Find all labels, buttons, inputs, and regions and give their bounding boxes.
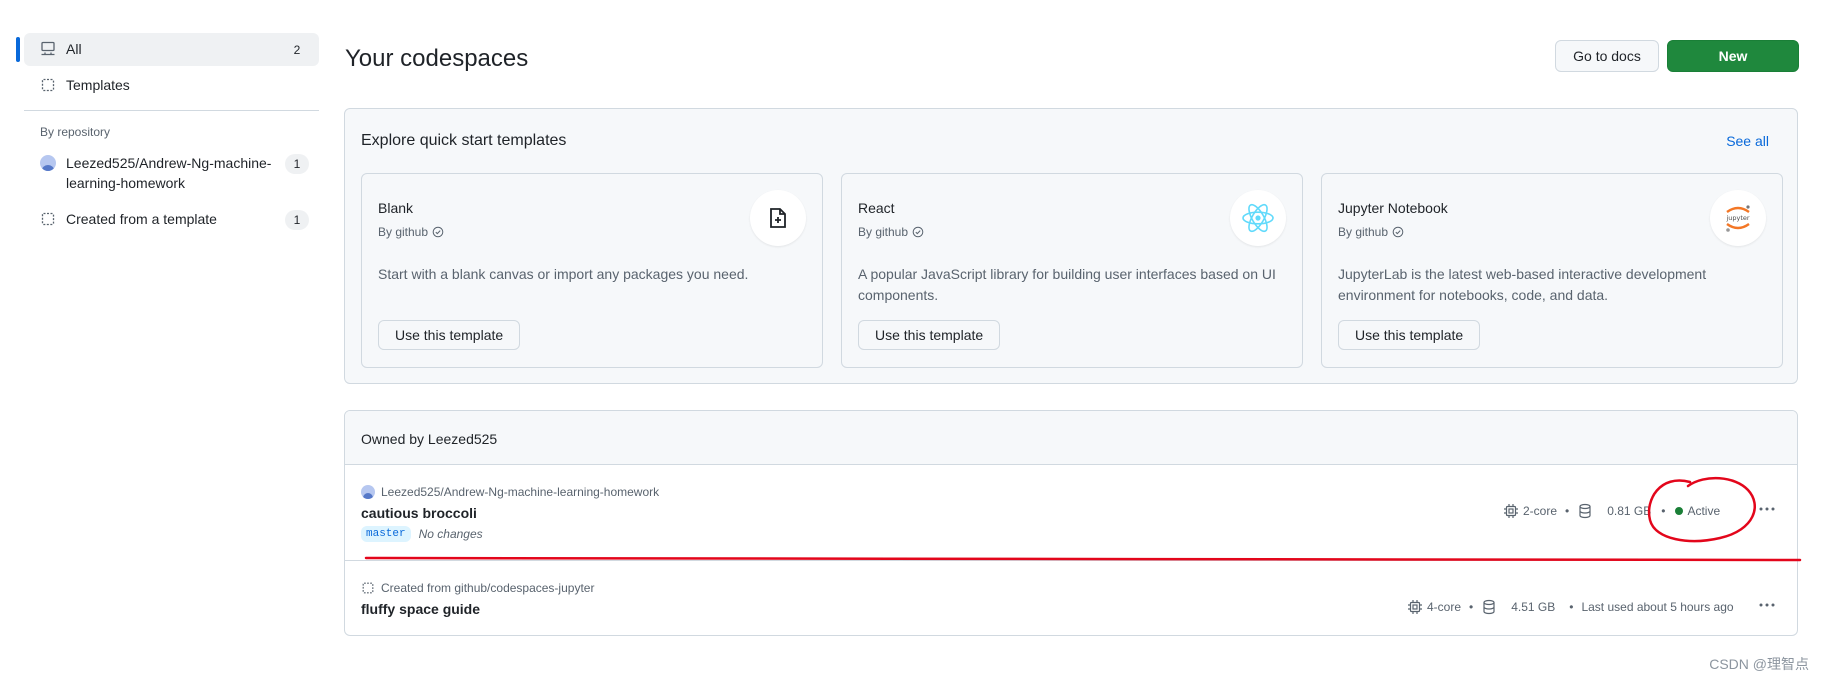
kebab-horizontal-icon xyxy=(1759,603,1775,607)
database-icon xyxy=(1579,503,1591,519)
templates-title: Explore quick start templates xyxy=(361,132,567,149)
template-author-text: By github xyxy=(858,225,909,239)
storage-value: 4.51 GB xyxy=(1511,600,1556,614)
count-badge: 1 xyxy=(285,154,309,174)
codespace-row[interactable]: Created from github/codespaces-jupyter f… xyxy=(345,561,1797,635)
codespace-meta: 4-core • 4.51 GB • Last used about 5 hou… xyxy=(1407,599,1734,615)
codespaces-list: Owned by Leezed525 Leezed525/Andrew-Ng-m… xyxy=(344,410,1798,636)
template-author-text: By github xyxy=(378,225,429,239)
see-all-link[interactable]: See all xyxy=(1726,133,1769,149)
new-codespace-button[interactable]: New codespace xyxy=(1667,40,1799,94)
changes-status: No changes xyxy=(418,527,483,541)
avatar xyxy=(361,485,375,499)
count-badge: 1 xyxy=(285,210,309,230)
codespace-repo: Created from github/codespaces-jupyter xyxy=(361,581,594,595)
database-icon xyxy=(1483,599,1495,615)
more-options-button[interactable] xyxy=(1756,595,1778,615)
watermark: CSDN @理智点 xyxy=(1709,656,1809,672)
template-name: Jupyter Notebook xyxy=(1338,200,1448,216)
avatar xyxy=(40,155,56,171)
sidebar-item-templates[interactable]: Templates xyxy=(24,69,319,101)
count-badge: 2 xyxy=(285,40,309,60)
codespace-branch-info: master No changes xyxy=(361,526,483,542)
verified-icon xyxy=(1392,226,1404,238)
template-author: By github xyxy=(1338,225,1404,239)
separator-dot: • xyxy=(1569,600,1574,614)
use-template-button[interactable]: Use this template xyxy=(378,320,521,350)
sidebar-item-created-from-template[interactable]: Created from a template 1 xyxy=(24,203,319,236)
page-title: Your codespaces xyxy=(345,45,529,72)
cpu-icon xyxy=(1408,600,1422,614)
cpu-icon xyxy=(1504,504,1518,518)
use-template-button[interactable]: Use this template xyxy=(858,320,1001,350)
file-plus-icon xyxy=(750,190,806,246)
template-name: React xyxy=(858,200,895,216)
template-icon xyxy=(41,78,55,92)
use-template-button[interactable]: Use this template xyxy=(1338,320,1481,350)
sidebar-item-label: Templates xyxy=(66,77,130,93)
codespace-repo-text: Leezed525/Andrew-Ng-machine-learning-hom… xyxy=(381,485,660,499)
status-badge: Active xyxy=(1687,504,1721,518)
quick-start-templates-panel: Explore quick start templates See all Bl… xyxy=(344,108,1798,384)
jupyter-icon: jupyter xyxy=(1710,190,1766,246)
template-card-react: React By github A popular JavaScript lib… xyxy=(841,173,1303,368)
cores-value: 4-core xyxy=(1427,600,1462,614)
sidebar-item-label: Created from a template xyxy=(66,211,217,227)
status-indicator xyxy=(1675,507,1684,515)
sidebar-item-label: Leezed525/Andrew-Ng-machine-learning-hom… xyxy=(66,155,272,191)
cores-value: 2-core xyxy=(1523,504,1558,518)
sidebar-item-all[interactable]: All 2 xyxy=(16,33,319,66)
branch-badge: master xyxy=(361,526,411,542)
template-author-text: By github xyxy=(1338,225,1389,239)
sidebar: All 2 Templates By repository Leezed525/… xyxy=(16,33,319,239)
template-description: A popular JavaScript library for buildin… xyxy=(858,266,1276,303)
template-card-jupyter: Jupyter Notebook By github JupyterLab is… xyxy=(1321,173,1783,368)
template-icon xyxy=(362,582,374,594)
server-icon xyxy=(41,41,55,56)
template-description: Start with a blank canvas or import any … xyxy=(378,266,749,282)
template-name: Blank xyxy=(378,200,414,216)
template-icon xyxy=(41,212,55,226)
codespace-meta: 2-core • 0.81 GB • Active xyxy=(1503,503,1720,519)
verified-icon xyxy=(912,226,924,238)
react-icon xyxy=(1230,190,1286,246)
kebab-horizontal-icon xyxy=(1759,507,1775,511)
jupyter-logo-text: jupyter xyxy=(1725,214,1749,222)
template-card-blank: Blank By github Start with a blank canva… xyxy=(361,173,823,368)
codespace-name[interactable]: cautious broccoli xyxy=(361,505,477,521)
separator-dot: • xyxy=(1661,504,1666,518)
separator-dot: • xyxy=(1469,600,1474,614)
last-used-text: Last used about 5 hours ago xyxy=(1581,600,1734,614)
codespace-row[interactable]: Leezed525/Andrew-Ng-machine-learning-hom… xyxy=(345,465,1797,561)
verified-icon xyxy=(432,226,444,238)
go-to-docs-button[interactable]: Go to docs xyxy=(1555,40,1659,72)
template-author: By github xyxy=(378,225,444,239)
template-description: JupyterLab is the latest web-based inter… xyxy=(1338,266,1707,303)
separator-dot: • xyxy=(1565,504,1570,518)
codespace-name[interactable]: fluffy space guide xyxy=(361,601,480,617)
by-repository-heading: By repository xyxy=(40,125,111,139)
sidebar-item-repo[interactable]: Leezed525/Andrew-Ng-machine-learning-hom… xyxy=(24,147,319,200)
owner-heading: Owned by Leezed525 xyxy=(345,411,1797,465)
storage-value: 0.81 GB xyxy=(1607,504,1652,518)
sidebar-item-label: All xyxy=(66,41,82,57)
codespace-repo: Leezed525/Andrew-Ng-machine-learning-hom… xyxy=(361,485,659,499)
template-author: By github xyxy=(858,225,924,239)
sidebar-divider xyxy=(24,110,319,111)
more-options-button[interactable] xyxy=(1756,499,1778,519)
codespace-repo-text: Created from github/codespaces-jupyter xyxy=(381,581,595,595)
